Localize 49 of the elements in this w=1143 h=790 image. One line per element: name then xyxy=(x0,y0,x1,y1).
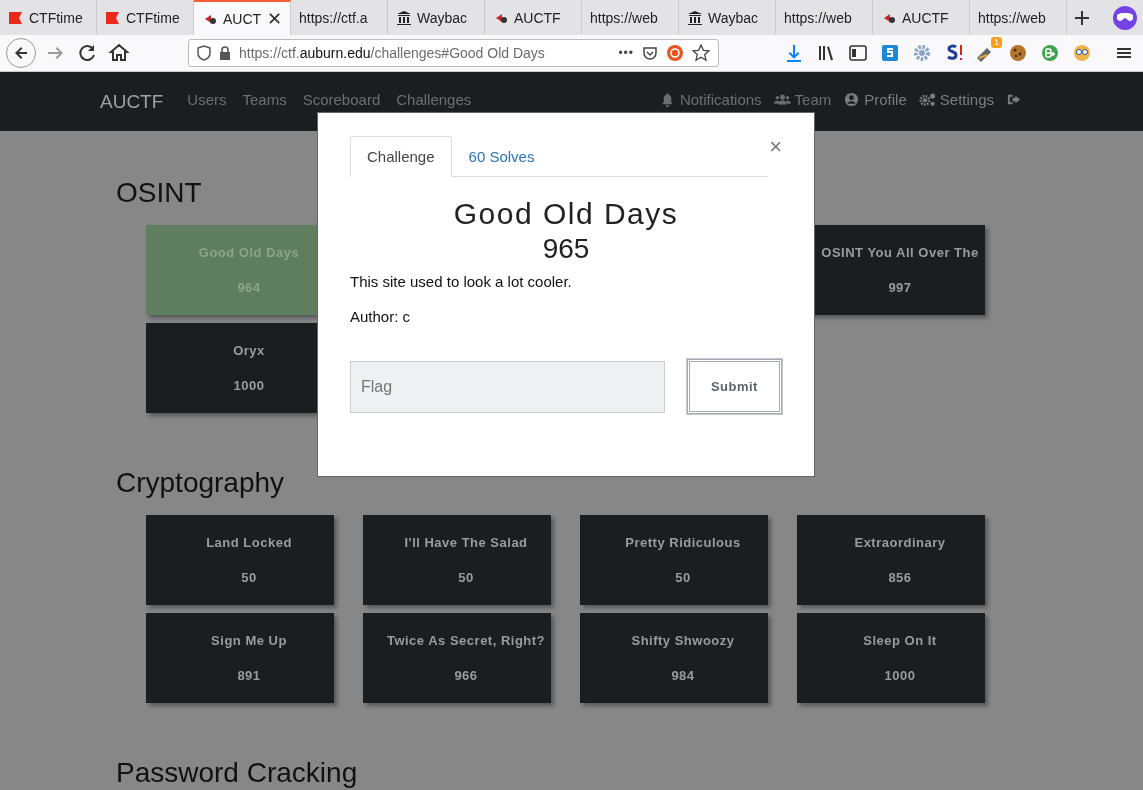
logout-icon[interactable] xyxy=(1006,92,1023,107)
nav-link[interactable]: Team xyxy=(773,91,832,108)
url-text: https://ctf.auburn.edu/challenges#Good Old Days xyxy=(239,45,545,61)
challenge-card[interactable]: Land Locked 50 xyxy=(146,515,334,605)
users-icon xyxy=(773,92,791,107)
building-icon xyxy=(396,9,412,26)
challenge-author: Author: c xyxy=(350,308,412,325)
nav-link[interactable]: Teams xyxy=(242,91,287,108)
submit-button[interactable]: Submit xyxy=(686,359,782,414)
challenge-card[interactable]: Extraordinary 856 xyxy=(797,515,985,605)
nav-link[interactable]: Profile xyxy=(843,91,907,108)
category-heading: Cryptography xyxy=(116,467,286,499)
pocket-icon[interactable] xyxy=(642,45,658,61)
nav-link[interactable]: Notifications xyxy=(658,91,762,108)
category-heading: Password Cracking xyxy=(116,757,359,789)
challenge-points: 965 xyxy=(541,233,591,265)
address-bar[interactable]: https://ctf.auburn.edu/challenges#Good Old Days ••• xyxy=(188,39,719,67)
browser-tab[interactable]: AUCT ✕ xyxy=(194,0,291,35)
challenge-card[interactable]: Sign Me Up 891 xyxy=(146,613,334,703)
challenge-card[interactable]: Twice As Secret, Right? 966 xyxy=(363,613,551,703)
challenge-card[interactable]: Pretty Ridiculous 50 xyxy=(580,515,768,605)
close-button[interactable]: × xyxy=(769,136,782,158)
challenge-card[interactable]: Shifty Shwoozy 984 xyxy=(580,613,768,703)
building-icon xyxy=(687,9,703,26)
brand-link[interactable]: AUCTF xyxy=(100,91,164,113)
nav-link[interactable]: Scoreboard xyxy=(302,91,381,108)
ubuntu-icon[interactable] xyxy=(666,44,684,62)
flag-icon xyxy=(8,9,24,26)
user-icon xyxy=(843,92,861,107)
challenge-title: Good Old Days xyxy=(452,197,680,231)
lock-icon xyxy=(219,46,231,60)
challenge-description: This site used to look a lot cooler. xyxy=(350,273,573,290)
challenge-card[interactable]: Sleep On It 1000 xyxy=(797,613,985,703)
close-tab-button[interactable]: ✕ xyxy=(267,7,282,30)
dialog-tab[interactable]: 60 Solves xyxy=(451,136,552,177)
notification-badge: 1 xyxy=(991,37,1002,48)
nav-link[interactable]: Settings xyxy=(918,91,994,108)
page-actions-button[interactable]: ••• xyxy=(618,46,634,60)
nav-link[interactable]: Challenges xyxy=(396,91,472,108)
dialog-tab[interactable]: Challenge xyxy=(350,136,452,177)
category-heading: OSINT xyxy=(116,177,203,209)
star-icon[interactable] xyxy=(692,44,710,62)
challenge-card[interactable]: I'll Have The Salad 50 xyxy=(363,515,551,605)
private-mask-icon xyxy=(1113,5,1137,30)
flag-icon xyxy=(105,9,121,26)
gears-icon xyxy=(918,92,936,107)
shield-icon[interactable] xyxy=(197,45,211,61)
flag-input[interactable]: Flag xyxy=(350,360,665,413)
nav-link[interactable]: Users xyxy=(187,91,227,108)
